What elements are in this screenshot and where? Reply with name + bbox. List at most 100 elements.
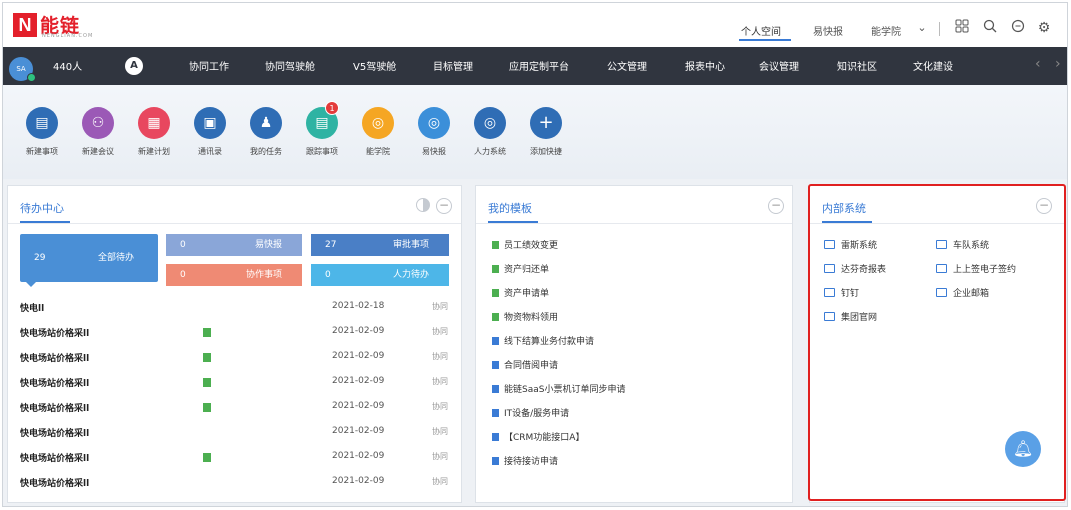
collapse-icon[interactable]: − [436,198,452,214]
tile-collab[interactable]: 0 协作事项 [166,264,302,286]
quick-action-label: 新建会议 [82,147,114,156]
quick-action-new-meeting[interactable]: ⚇ 新建会议 [73,107,123,157]
row-title: 快电场站价格采ll [20,429,90,439]
nav-item[interactable]: 报表中心 [685,58,725,73]
table-row[interactable]: 快电场站价格采ll 2021-02-09 协同 [20,322,450,346]
table-row[interactable]: 快电场站价格采ll 2021-02-09 协同 [20,397,450,421]
template-item[interactable]: 资产归还单 [492,262,549,275]
tile-count: 0 [180,270,186,280]
quick-action-add[interactable]: + 添加快捷 [521,107,571,157]
template-item[interactable]: 资产申请单 [492,286,549,299]
quick-action-track[interactable]: ▤ 1 跟踪事项 [297,101,347,157]
template-item[interactable]: 【CRM功能接口A】 [492,430,584,443]
template-label: 合同借阅申请 [504,361,559,371]
quick-action-label: 通讯录 [198,147,222,156]
gear-icon[interactable]: ⚙ [1035,19,1053,37]
nav-item[interactable]: 协同驾驶舱 [265,58,315,73]
bell-icon[interactable]: 🔔︎ [1005,431,1041,467]
chevron-down-icon[interactable]: ⌄ [913,19,931,37]
tile-all-todo[interactable]: 29 全部待办 [20,234,158,282]
quick-action-yikuaibao[interactable]: ◎ 易快报 [409,107,459,157]
doc-icon [492,385,499,393]
nav-item[interactable]: 知识社区 [837,58,877,73]
status-mark [203,378,211,387]
quick-action-contacts[interactable]: ▣ 通讯录 [185,107,235,157]
tile-count: 0 [180,240,186,250]
row-title: 快电场站价格采ll [20,404,90,414]
quick-action-label: 我的任务 [250,147,282,156]
doc-icon [492,433,499,441]
nav-item[interactable]: 目标管理 [433,58,473,73]
top-link-school[interactable]: 能学院 [871,23,901,38]
table-row[interactable]: 快电场站价格采ll 2021-02-09 协同 [20,447,450,471]
row-date: 2021-02-09 [332,401,385,411]
search-icon[interactable] [981,19,999,37]
quick-action-new-item[interactable]: ▤ 新建事项 [17,107,67,157]
row-title: 快电场站价格采ll [20,379,90,389]
top-link-personal[interactable]: 个人空间 [741,23,781,38]
row-category: 协同 [432,402,448,411]
template-item[interactable]: IT设备/服务申请 [492,406,569,419]
quick-action-label: 新建计划 [138,147,170,156]
user-count[interactable]: 440人 [53,58,82,73]
doc-icon [492,241,499,249]
template-item[interactable]: 接待接访申请 [492,454,558,467]
doc-icon [492,457,499,465]
top-link-yikuaibao[interactable]: 易快报 [813,23,843,38]
quick-action-label: 易快报 [422,147,446,156]
theme-toggle-icon[interactable] [416,198,430,212]
doc-icon [492,409,499,417]
tile-label: 审批事项 [392,240,429,250]
todo-panel: 待办中心 − 29 全部待办 0 易快报 27 审批事项 0 协作事项 0 人力… [7,185,462,503]
quick-action-hr[interactable]: ◎ 人力系统 [465,107,515,157]
table-row[interactable]: 快电场站价格采ll 2021-02-09 协同 [20,372,450,396]
quick-action-label: 新建事项 [26,147,58,156]
template-label: IT设备/服务申请 [504,409,570,419]
row-date: 2021-02-09 [332,376,385,386]
tile-count: 0 [325,270,331,280]
tile-approval[interactable]: 27 审批事项 [311,234,449,256]
top-link-active-underline [739,39,791,41]
divider [476,223,792,224]
row-title: 快电场站价格采ll [20,454,90,464]
nav-item[interactable]: V5驾驶舱 [353,58,396,73]
tile-label: 全部待办 [97,253,134,263]
template-label: 员工绩效变更 [504,241,559,251]
chevron-right-icon[interactable]: › [1055,56,1061,72]
template-label: 资产归还单 [504,265,550,275]
quick-action-my-tasks[interactable]: ♟ 我的任务 [241,107,291,157]
table-row[interactable]: 快电ll 2021-02-18 协同 [20,297,450,321]
row-date: 2021-02-09 [332,326,385,336]
row-date: 2021-02-18 [332,301,385,311]
nav-item[interactable]: 会议管理 [759,58,799,73]
a-icon[interactable]: A [125,57,143,75]
template-item[interactable]: 能链SaaS小票机订单同步申请 [492,382,625,395]
quick-action-label: 能学院 [366,147,390,156]
grid-icon[interactable] [953,19,971,37]
nav-item[interactable]: 文化建设 [913,58,953,73]
template-label: 线下结算业务付款申请 [504,337,595,347]
row-date: 2021-02-09 [332,451,385,461]
template-item[interactable]: 合同借阅申请 [492,358,558,371]
tile-hr-todo[interactable]: 0 人力待办 [311,264,449,286]
table-row[interactable]: 快电场站价格采ll 2021-02-09 协同 [20,347,450,371]
online-status-dot [27,73,36,82]
chevron-left-icon[interactable]: ‹ [1035,56,1041,72]
table-row[interactable]: 快电场站价格采ll 2021-02-09 协同 [20,422,450,446]
nav-item[interactable]: 应用定制平台 [509,58,569,73]
people-icon: ⚇ [82,107,114,139]
doc-icon [492,265,499,273]
template-item[interactable]: 线下结算业务付款申请 [492,334,594,347]
tile-yikuaibao[interactable]: 0 易快报 [166,234,302,256]
main-nav: SA 440人 A 协同工作 协同驾驶舱 V5驾驶舱 目标管理 应用定制平台 公… [3,47,1067,85]
table-row[interactable]: 快电场站价格采ll 2021-02-09 协同 [20,472,450,496]
template-item[interactable]: 员工绩效变更 [492,238,558,251]
collapse-icon[interactable]: − [768,198,784,214]
quick-action-school[interactable]: ◎ 能学院 [353,107,403,157]
chat-icon[interactable] [1009,19,1027,37]
nav-item[interactable]: 协同工作 [189,58,229,73]
nav-item[interactable]: 公文管理 [607,58,647,73]
status-mark [203,353,211,362]
quick-action-new-plan[interactable]: ▦ 新建计划 [129,107,179,157]
template-item[interactable]: 物资物料领用 [492,310,558,323]
